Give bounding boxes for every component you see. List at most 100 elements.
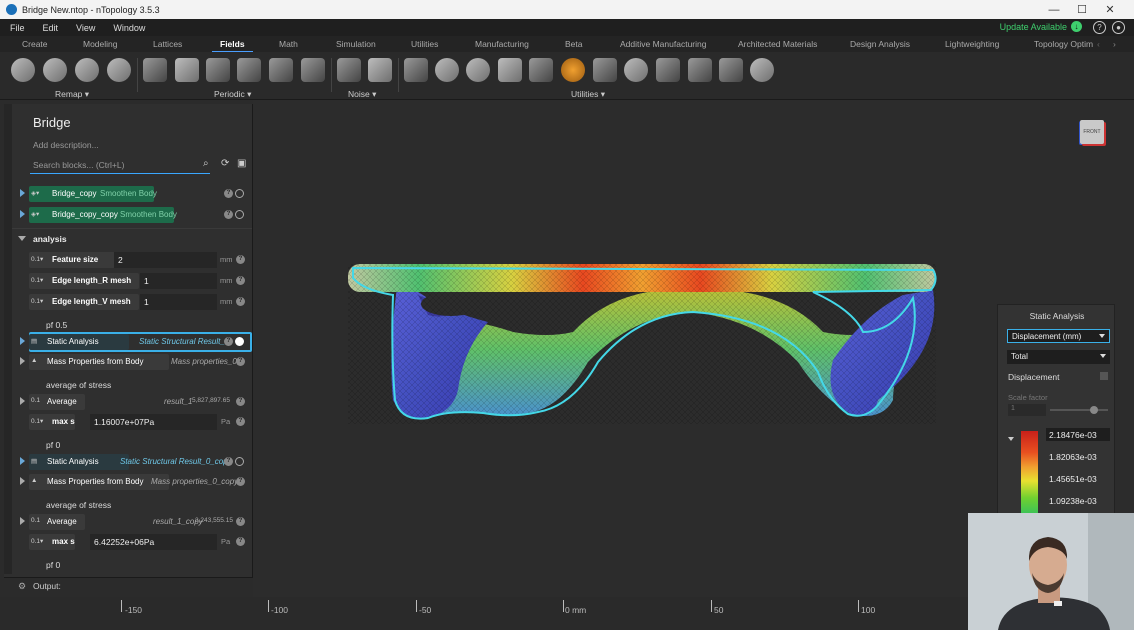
help-icon[interactable]: ?: [236, 517, 245, 526]
help-icon[interactable]: ?: [1093, 21, 1106, 34]
displacement-checkbox[interactable]: [1100, 372, 1108, 380]
expand-arrow-icon[interactable]: [20, 477, 25, 485]
help-icon[interactable]: ?: [236, 477, 245, 486]
update-available-button[interactable]: Update Available ↓: [1000, 21, 1082, 32]
tab-lightweighting[interactable]: Lightweighting: [945, 39, 999, 49]
noise-group-dropdown[interactable]: Noise ▾: [348, 89, 376, 100]
block-chip[interactable]: 0.1 Average: [29, 394, 85, 410]
periodic-group-dropdown[interactable]: Periodic ▾: [214, 89, 251, 100]
gear-icon[interactable]: ⚙: [18, 581, 26, 592]
block-row-mass-properties[interactable]: ▲ Mass Properties from Body Mass propert…: [4, 354, 253, 370]
help-icon[interactable]: ?: [236, 276, 245, 285]
block-row-average-copy[interactable]: 0.1 Average result_1_copy 3,243,555.15 ?: [4, 514, 253, 530]
tabs-scroll-left-icon[interactable]: ‹: [1097, 39, 1100, 49]
menu-view[interactable]: View: [76, 23, 95, 33]
legend-max-input[interactable]: 2.18476e-03: [1046, 428, 1110, 441]
utility-scatter-icon[interactable]: [688, 58, 712, 82]
tab-design-analysis[interactable]: Design Analysis: [850, 39, 910, 49]
periodic-diagonal-icon[interactable]: [175, 58, 199, 82]
tab-additive-manufacturing[interactable]: Additive Manufacturing: [620, 39, 706, 49]
tab-architected-materials[interactable]: Architected Materials: [738, 39, 817, 49]
expand-arrow-icon[interactable]: [20, 517, 25, 525]
slider-knob[interactable]: [1089, 406, 1098, 414]
tab-fields[interactable]: Fields: [212, 39, 252, 53]
tab-utilities[interactable]: Utilities: [411, 39, 438, 49]
utility-body-field-icon[interactable]: [404, 58, 428, 82]
output-bar[interactable]: ⚙ Output:: [4, 577, 253, 594]
quantity-dropdown[interactable]: Displacement (mm): [1007, 329, 1110, 343]
legend-collapse-icon[interactable]: [1008, 437, 1014, 441]
periodic-stripes-icon[interactable]: [143, 58, 167, 82]
expand-arrow-icon[interactable]: [20, 397, 25, 405]
utility-points-icon[interactable]: [656, 58, 680, 82]
menu-edit[interactable]: Edit: [43, 23, 59, 33]
description-field[interactable]: Add description...: [33, 140, 99, 150]
menu-file[interactable]: File: [10, 23, 25, 33]
param-edge-length-r[interactable]: 0.1▾ Edge length_R mesh 1 mm ?: [4, 273, 253, 289]
visibility-toggle[interactable]: [235, 189, 244, 198]
tab-beta[interactable]: Beta: [565, 39, 583, 49]
expand-arrow-icon[interactable]: [20, 210, 25, 218]
utility-export-icon[interactable]: [719, 58, 743, 82]
collapse-arrow-icon[interactable]: [18, 236, 26, 241]
view-cube[interactable]: FRONT: [1080, 120, 1104, 144]
expand-arrow-icon[interactable]: [20, 189, 25, 197]
utility-ramp-icon[interactable]: [561, 58, 585, 82]
block-row-bridge-copy[interactable]: ◈▾ Bridge_copy Smoothen Body ?: [4, 186, 253, 202]
component-dropdown[interactable]: Total: [1007, 350, 1110, 364]
feature-size-input[interactable]: 2: [114, 252, 217, 268]
utility-axis-icon[interactable]: [529, 58, 553, 82]
block-chip[interactable]: ◈▾ Bridge_copy_copy Smoothen Body: [29, 207, 177, 223]
param-chip[interactable]: 0.1▾ Edge length_V mesh: [29, 294, 139, 310]
close-button[interactable]: ✕: [1096, 0, 1124, 19]
refresh-icon[interactable]: ⟳: [221, 158, 229, 169]
tabs-scroll-right-icon[interactable]: ›: [1113, 39, 1116, 49]
edge-length-r-input[interactable]: 1: [140, 273, 217, 289]
help-icon[interactable]: ?: [236, 357, 245, 366]
param-chip[interactable]: 0.1▾ max s: [29, 534, 75, 550]
menu-window[interactable]: Window: [113, 23, 145, 33]
block-chip[interactable]: ▤ Static Analysis: [29, 334, 129, 350]
expand-arrow-icon[interactable]: [20, 357, 25, 365]
tab-math[interactable]: Math: [279, 39, 298, 49]
notebook-title[interactable]: Bridge: [33, 115, 71, 130]
param-chip[interactable]: 0.1▾ max s: [29, 414, 75, 430]
block-chip[interactable]: ▤ Static Analysis: [29, 454, 129, 470]
max-s-input[interactable]: 1.16007e+07Pa: [90, 414, 217, 430]
visibility-toggle[interactable]: [235, 210, 244, 219]
utility-cluster-icon[interactable]: [624, 58, 648, 82]
tab-simulation[interactable]: Simulation: [336, 39, 376, 49]
utility-probe-icon[interactable]: [750, 58, 774, 82]
tab-manufacturing[interactable]: Manufacturing: [475, 39, 529, 49]
remap-group-dropdown[interactable]: Remap ▾: [55, 89, 89, 100]
search-blocks-input[interactable]: Search blocks... (Ctrl+L): [30, 156, 210, 174]
block-chip[interactable]: ◈▾ Bridge_copy Smoothen Body: [29, 186, 157, 202]
search-icon[interactable]: ⌕: [203, 158, 209, 169]
section-header-analysis[interactable]: analysis: [4, 231, 253, 247]
visibility-toggle[interactable]: [235, 337, 244, 346]
minimize-button[interactable]: —: [1040, 0, 1068, 19]
tab-modeling[interactable]: Modeling: [83, 39, 118, 49]
block-row-static-analysis[interactable]: ▤ Static Analysis Static Structural Resu…: [4, 332, 253, 352]
help-icon[interactable]: ?: [236, 537, 245, 546]
expand-arrow-icon[interactable]: [20, 337, 25, 345]
tab-create[interactable]: Create: [22, 39, 48, 49]
help-icon[interactable]: ?: [224, 337, 233, 346]
library-icon[interactable]: ▣: [237, 158, 246, 169]
visibility-toggle[interactable]: [235, 457, 244, 466]
periodic-dots-icon[interactable]: [206, 58, 230, 82]
block-row-static-analysis-copy[interactable]: ▤ Static Analysis Static Structural Resu…: [4, 454, 253, 470]
remap-toroidal-icon[interactable]: [107, 58, 131, 82]
block-row-bridge-copy-copy[interactable]: ◈▾ Bridge_copy_copy Smoothen Body ?: [4, 207, 253, 223]
scale-factor-input[interactable]: 1: [1008, 404, 1046, 416]
tab-topology-optimization[interactable]: Topology Optim: [1034, 39, 1093, 49]
help-icon[interactable]: ?: [236, 297, 245, 306]
remap-spherical-icon[interactable]: [75, 58, 99, 82]
help-icon[interactable]: ?: [224, 189, 233, 198]
periodic-sparse-icon[interactable]: [301, 58, 325, 82]
block-chip[interactable]: ▲ Mass Properties from Body: [29, 474, 169, 490]
utility-mask-icon[interactable]: [593, 58, 617, 82]
utility-box-icon[interactable]: [498, 58, 522, 82]
param-chip[interactable]: 0.1▾ Feature size: [29, 252, 115, 268]
utility-link-icon[interactable]: [466, 58, 490, 82]
